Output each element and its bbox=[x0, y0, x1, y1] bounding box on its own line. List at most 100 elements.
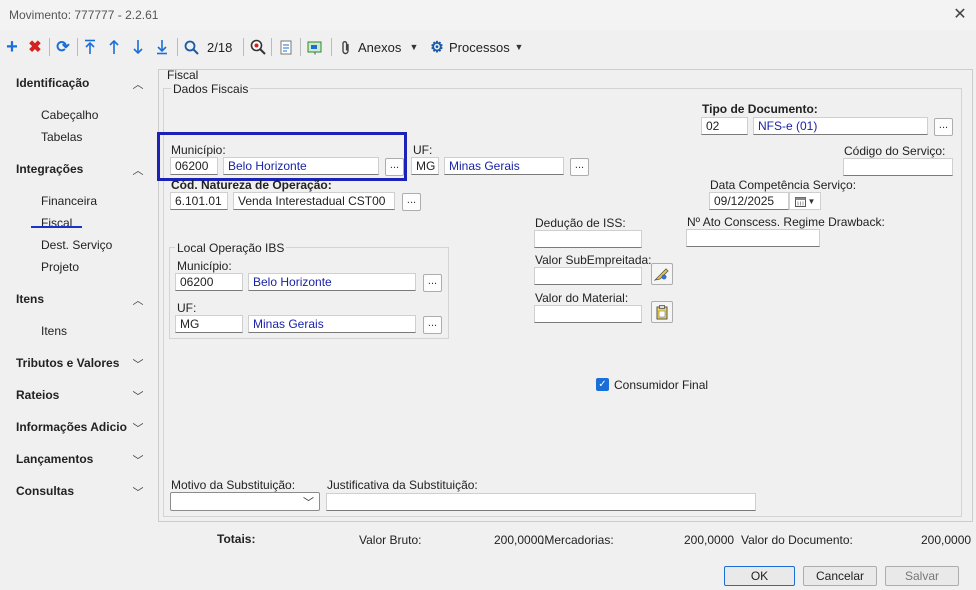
cancel-button[interactable]: Cancelar bbox=[803, 566, 877, 586]
natureza-code-field[interactable]: 6.101.01 bbox=[170, 192, 228, 210]
next-record-icon[interactable] bbox=[130, 37, 146, 57]
natureza-lookup-button[interactable]: ... bbox=[402, 193, 421, 211]
sidebar-section-tributos[interactable]: Tributos e Valores bbox=[16, 356, 119, 370]
toolbar-separator bbox=[331, 38, 332, 56]
valor-material-field[interactable] bbox=[534, 305, 642, 323]
processos-menu[interactable]: Processos bbox=[449, 40, 510, 55]
valor-bruto-value: 200,0000 bbox=[494, 533, 545, 547]
consumidor-final-checkbox[interactable]: ✓ bbox=[596, 378, 609, 391]
ibs-municipio-lookup-button[interactable]: ... bbox=[423, 274, 442, 292]
valor-subempreitada-field[interactable] bbox=[534, 267, 642, 285]
tipo-documento-desc-field[interactable]: NFS-e (01) bbox=[753, 117, 928, 135]
chevron-down-icon[interactable]: ﹀ bbox=[131, 356, 145, 372]
codigo-servico-field[interactable] bbox=[843, 158, 953, 176]
close-icon[interactable]: ✕ bbox=[951, 4, 969, 24]
refresh-icon[interactable]: ⟳ bbox=[54, 37, 72, 57]
chevron-down-icon[interactable]: ﹀ bbox=[131, 484, 145, 500]
chevron-down-icon[interactable]: ﹀ bbox=[131, 388, 145, 404]
chevron-up-icon[interactable]: ︿ bbox=[131, 162, 145, 178]
sidebar-section-rateios[interactable]: Rateios bbox=[16, 388, 59, 402]
ibs-uf-code-field[interactable]: MG bbox=[175, 315, 243, 333]
sidebar-section-consultas[interactable]: Consultas bbox=[16, 484, 74, 498]
calendar-icon bbox=[794, 196, 806, 207]
chevron-up-icon[interactable]: ︿ bbox=[131, 292, 145, 308]
sidebar-item-itens[interactable]: Itens bbox=[41, 324, 67, 338]
ato-concess-field[interactable] bbox=[686, 229, 820, 247]
last-record-icon[interactable] bbox=[154, 37, 170, 57]
uf-label: UF: bbox=[413, 143, 433, 157]
municipio-name-field[interactable]: Belo Horizonte bbox=[223, 157, 379, 175]
data-competencia-label: Data Competência Serviço: bbox=[710, 178, 857, 192]
tipo-documento-lookup-button[interactable]: ... bbox=[934, 118, 953, 136]
paperclip-icon[interactable] bbox=[339, 37, 353, 57]
anexos-dropdown-icon[interactable]: ▼ bbox=[408, 37, 420, 57]
justificativa-field[interactable] bbox=[326, 493, 756, 511]
municipio-lookup-button[interactable]: ... bbox=[385, 158, 404, 176]
zoom-filter-icon[interactable] bbox=[249, 37, 267, 57]
valor-documento-value: 200,0000 bbox=[921, 533, 972, 547]
search-icon[interactable] bbox=[182, 37, 200, 57]
active-item-underline bbox=[31, 226, 82, 228]
sidebar-item-tabelas[interactable]: Tabelas bbox=[41, 130, 82, 144]
motivo-substituicao-label: Motivo da Substituição: bbox=[171, 478, 296, 492]
report-icon[interactable] bbox=[306, 37, 324, 57]
calendar-dropdown-icon: ▼ bbox=[807, 196, 816, 206]
sidebar-section-integracoes[interactable]: Integrações bbox=[16, 162, 83, 176]
data-competencia-field[interactable]: 09/12/2025 bbox=[709, 192, 789, 210]
save-button[interactable]: Salvar bbox=[885, 566, 959, 586]
sidebar-section-identificacao[interactable]: Identificação bbox=[16, 76, 89, 90]
chevron-up-icon[interactable]: ︿ bbox=[131, 76, 145, 92]
group-title: Dados Fiscais bbox=[171, 82, 251, 96]
municipio-code-field[interactable]: 06200 bbox=[170, 157, 218, 175]
anexos-menu[interactable]: Anexos bbox=[358, 40, 401, 55]
calendar-button[interactable]: ▼ bbox=[789, 192, 821, 210]
sidebar-item-dest-servico[interactable]: Dest. Serviço bbox=[41, 238, 112, 252]
previous-record-icon[interactable] bbox=[106, 37, 122, 57]
ibs-uf-label: UF: bbox=[177, 301, 197, 315]
toolbar-separator bbox=[77, 38, 78, 56]
valor-subempreitada-label: Valor SubEmpreitada: bbox=[535, 253, 652, 267]
tipo-documento-code-field[interactable]: 02 bbox=[701, 117, 748, 135]
uf-lookup-button[interactable]: ... bbox=[570, 158, 589, 176]
sidebar-section-itens[interactable]: Itens bbox=[16, 292, 44, 306]
panel-title: Fiscal bbox=[167, 68, 199, 82]
add-icon[interactable]: + bbox=[4, 36, 20, 58]
subempreitada-edit-button[interactable] bbox=[651, 263, 673, 285]
ok-button[interactable]: OK bbox=[724, 566, 795, 586]
codigo-servico-label: Código do Serviço: bbox=[844, 144, 946, 158]
processos-dropdown-icon[interactable]: ▼ bbox=[513, 37, 525, 57]
valor-documento-label: Valor do Documento: bbox=[741, 533, 853, 547]
deducao-iss-field[interactable] bbox=[534, 230, 642, 248]
ibs-uf-lookup-button[interactable]: ... bbox=[423, 316, 442, 334]
chevron-down-icon: ﹀ bbox=[303, 497, 314, 509]
sidebar-section-lancamentos[interactable]: Lançamentos bbox=[16, 452, 93, 466]
toolbar-separator bbox=[243, 38, 244, 56]
consumidor-final-label: Consumidor Final bbox=[614, 378, 709, 392]
natureza-desc-field[interactable]: Venda Interestadual CST00 bbox=[233, 192, 395, 210]
sidebar-item-cabecalho[interactable]: Cabeçalho bbox=[41, 108, 98, 122]
justificativa-label: Justificativa da Substituição: bbox=[327, 478, 478, 492]
sidebar-section-informacoes[interactable]: Informações Adicio bbox=[16, 420, 127, 434]
ibs-uf-name-field[interactable]: Minas Gerais bbox=[248, 315, 416, 333]
valor-bruto-label: Valor Bruto: bbox=[359, 533, 422, 547]
sidebar-item-financeira[interactable]: Financeira bbox=[41, 194, 97, 208]
chevron-down-icon[interactable]: ﹀ bbox=[131, 452, 145, 468]
natureza-label: Cód. Natureza de Operação: bbox=[171, 178, 332, 192]
ibs-municipio-name-field[interactable]: Belo Horizonte bbox=[248, 273, 416, 291]
first-record-icon[interactable] bbox=[82, 37, 98, 57]
ibs-municipio-code-field[interactable]: 06200 bbox=[175, 273, 243, 291]
ibs-municipio-label: Município: bbox=[177, 259, 232, 273]
clipboard-icon bbox=[656, 304, 668, 319]
uf-name-field[interactable]: Minas Gerais bbox=[444, 157, 564, 175]
material-clipboard-button[interactable] bbox=[651, 301, 673, 323]
chevron-down-icon[interactable]: ﹀ bbox=[131, 420, 145, 436]
sidebar-item-projeto[interactable]: Projeto bbox=[41, 260, 79, 274]
motivo-substituicao-select[interactable]: ﹀ bbox=[170, 492, 320, 511]
tipo-documento-label: Tipo de Documento: bbox=[702, 102, 818, 116]
uf-code-field[interactable]: MG bbox=[411, 157, 439, 175]
delete-icon[interactable]: ✖ bbox=[27, 37, 43, 57]
toolbar-separator bbox=[177, 38, 178, 56]
gear-icon[interactable]: ⚙ bbox=[429, 37, 445, 57]
deducao-iss-label: Dedução de ISS: bbox=[535, 216, 626, 230]
document-icon[interactable] bbox=[278, 37, 294, 57]
